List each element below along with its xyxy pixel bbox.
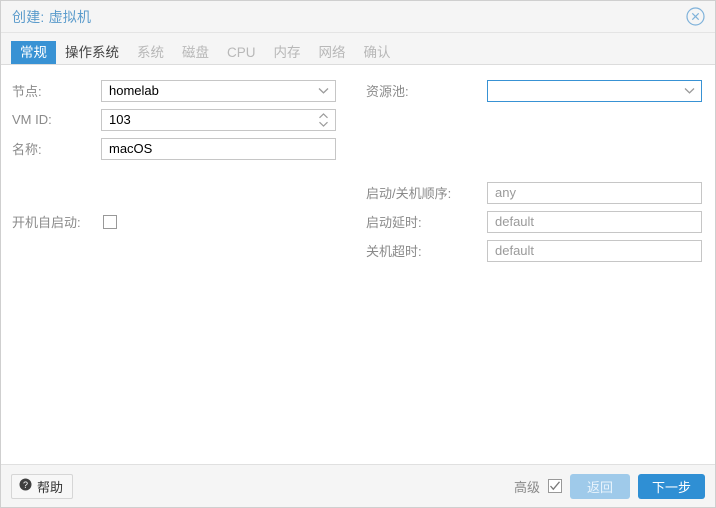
field-vmid: VM ID: 103: [1, 105, 359, 134]
spinner-icon[interactable]: [318, 110, 329, 130]
field-shutdown-timeout: 关机超时: default: [359, 236, 716, 265]
vmid-value: 103: [109, 112, 131, 127]
pool-select[interactable]: [487, 79, 702, 102]
shutdown-timeout-label: 关机超时:: [366, 244, 422, 259]
close-icon[interactable]: [686, 7, 705, 26]
startup-order-label: 启动/关机顺序:: [366, 186, 452, 201]
back-button[interactable]: 返回: [569, 473, 630, 499]
field-startup-delay: 启动延时: default: [359, 207, 716, 236]
field-node: 节点: homelab: [1, 76, 359, 105]
dialog-footer: ? 帮助 高级 返回 下一步: [1, 464, 715, 507]
footer-actions: 高级 返回 下一步: [513, 473, 705, 499]
help-button-label: 帮助: [37, 479, 64, 495]
name-value: macOS: [109, 141, 153, 156]
help-button[interactable]: ? 帮助: [11, 473, 74, 499]
svg-text:?: ?: [23, 480, 28, 490]
tab-memory[interactable]: 内存: [265, 41, 310, 64]
dialog-title: 创建: 虚拟机: [12, 8, 92, 25]
form-right-column: 资源池: 启动/关机顺序: any 启动延时: default 关机超时: de…: [359, 65, 716, 265]
dialog-titlebar: 创建: 虚拟机: [1, 1, 715, 33]
tab-system[interactable]: 系统: [128, 41, 173, 64]
shutdown-timeout-input[interactable]: default: [487, 239, 702, 262]
startup-delay-label: 启动延时:: [366, 215, 422, 230]
vmid-label: VM ID:: [12, 112, 52, 127]
startup-order-value: any: [495, 185, 516, 200]
autostart-label: 开机自启动:: [12, 215, 81, 230]
next-button[interactable]: 下一步: [637, 473, 705, 499]
tab-network[interactable]: 网络: [310, 41, 355, 64]
node-value: homelab: [109, 83, 159, 98]
node-label: 节点:: [12, 84, 42, 99]
startup-order-input[interactable]: any: [487, 181, 702, 204]
node-select[interactable]: homelab: [101, 79, 336, 102]
chevron-down-icon[interactable]: [318, 81, 329, 101]
autostart-checkbox[interactable]: [103, 214, 117, 229]
field-autostart: 开机自启动:: [1, 207, 359, 236]
advanced-label: 高级: [513, 479, 540, 495]
shutdown-timeout-value: default: [495, 243, 535, 258]
name-label: 名称:: [12, 142, 42, 157]
help-circle-icon: ?: [19, 478, 32, 494]
general-form: 节点: homelab VM ID: 103 名称: macOS 开机自启动: …: [1, 65, 715, 464]
tab-cpu[interactable]: CPU: [218, 41, 265, 64]
startup-delay-value: default: [495, 214, 535, 229]
field-startup-order: 启动/关机顺序: any: [359, 178, 716, 207]
tab-os[interactable]: 操作系统: [56, 41, 128, 64]
field-pool: 资源池:: [359, 76, 716, 105]
create-vm-dialog: 创建: 虚拟机 常规 操作系统 系统 磁盘 CPU 内存 网络 确认 节点: h…: [0, 0, 716, 508]
name-input[interactable]: macOS: [101, 137, 336, 160]
tab-disks[interactable]: 磁盘: [173, 41, 218, 64]
form-left-column: 节点: homelab VM ID: 103 名称: macOS 开机自启动:: [1, 65, 359, 236]
wizard-tabbar: 常规 操作系统 系统 磁盘 CPU 内存 网络 确认: [1, 33, 715, 65]
tab-confirm[interactable]: 确认: [355, 41, 400, 64]
field-name: 名称: macOS: [1, 134, 359, 163]
tab-general[interactable]: 常规: [11, 41, 56, 64]
startup-delay-input[interactable]: default: [487, 210, 702, 233]
chevron-down-icon[interactable]: [684, 81, 695, 101]
advanced-checkbox[interactable]: [547, 479, 562, 493]
vmid-stepper[interactable]: 103: [101, 108, 336, 131]
pool-label: 资源池:: [366, 84, 409, 99]
